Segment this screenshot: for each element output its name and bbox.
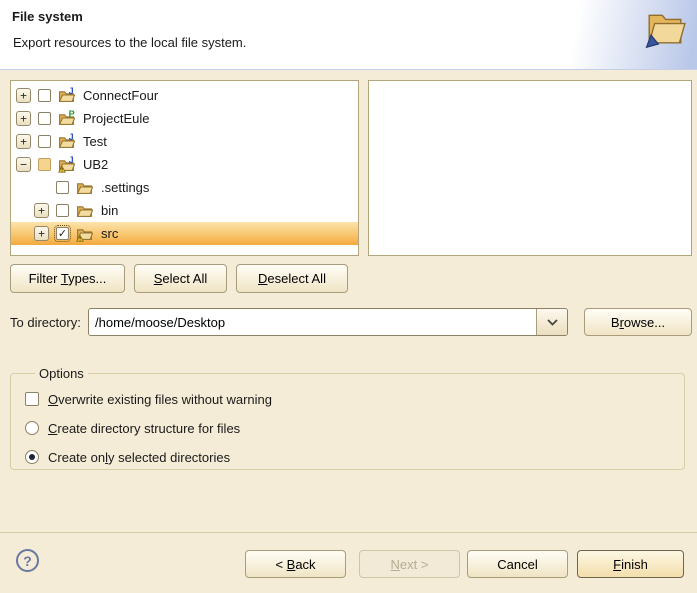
tree-item-label: bin <box>100 203 118 218</box>
filter-types-button[interactable]: Filter Types... <box>10 264 125 293</box>
option-label: Create directory structure for files <box>48 421 240 436</box>
options-legend: Options <box>35 366 88 381</box>
tree-item-connectfour[interactable]: + ConnectFour <box>11 84 358 107</box>
finish-button[interactable]: Finish <box>577 550 684 578</box>
deselect-all-button[interactable]: Deselect All <box>236 264 348 293</box>
checkbox-settings[interactable] <box>56 181 69 194</box>
page-description: Export resources to the local file syste… <box>13 35 246 50</box>
java-project-folder-icon <box>58 87 75 104</box>
wizard-header: File system Export resources to the loca… <box>0 0 697 70</box>
option-overwrite[interactable]: Overwrite existing files without warning <box>25 389 684 409</box>
tree-item-label: src <box>100 226 118 241</box>
tree-item-label: ProjectEule <box>82 111 149 126</box>
tree-item-ub2[interactable]: − UB2 <box>11 153 358 176</box>
collapse-icon[interactable]: − <box>16 157 31 172</box>
tree-item-projecteule[interactable]: + ProjectEule <box>11 107 358 130</box>
options-group: Options Overwrite existing files without… <box>10 366 685 470</box>
checkbox-projecteule[interactable] <box>38 112 51 125</box>
next-button[interactable]: Next > <box>359 550 460 578</box>
java-project-folder-warning-icon <box>58 156 75 173</box>
export-folder-icon <box>642 5 688 49</box>
tree-item-test[interactable]: + Test <box>11 130 358 153</box>
tree-item-label: .settings <box>100 180 149 195</box>
expand-icon[interactable]: + <box>34 226 49 241</box>
checkbox-src[interactable]: ✓ <box>56 227 69 240</box>
checkbox-bin[interactable] <box>56 204 69 217</box>
destination-input[interactable] <box>89 309 536 335</box>
help-icon[interactable]: ? <box>16 549 39 572</box>
option-label: Overwrite existing files without warning <box>48 392 272 407</box>
footer-separator <box>0 532 697 533</box>
tree-item-settings[interactable]: .settings <box>11 176 358 199</box>
select-all-button[interactable]: Select All <box>134 264 227 293</box>
option-selected-directories[interactable]: Create only selected directories <box>25 447 684 467</box>
java-project-folder-icon <box>58 133 75 150</box>
checkbox-test[interactable] <box>38 135 51 148</box>
folder-icon <box>76 202 93 219</box>
option-label: Create only selected directories <box>48 450 230 465</box>
expand-icon[interactable]: + <box>16 111 31 126</box>
file-list-panel[interactable] <box>368 80 692 256</box>
directory-structure-radio[interactable] <box>25 421 39 435</box>
browse-button[interactable]: Browse... <box>584 308 692 336</box>
back-button[interactable]: < Back <box>245 550 346 578</box>
expand-icon[interactable]: + <box>16 134 31 149</box>
option-directory-structure[interactable]: Create directory structure for files <box>25 418 684 438</box>
selected-directories-radio[interactable] <box>25 450 39 464</box>
expand-icon[interactable]: + <box>16 88 31 103</box>
checkbox-connectfour[interactable] <box>38 89 51 102</box>
export-wizard-dialog: File system Export resources to the loca… <box>0 0 697 593</box>
to-directory-label: To directory: <box>10 315 81 330</box>
chevron-down-icon[interactable] <box>536 309 567 335</box>
destination-combo <box>88 308 568 336</box>
tree-item-label: UB2 <box>82 157 108 172</box>
folder-warning-icon <box>76 225 93 242</box>
cancel-button[interactable]: Cancel <box>467 550 568 578</box>
tree-item-src[interactable]: + ✓ src <box>11 222 358 245</box>
checkbox-ub2[interactable] <box>38 158 51 171</box>
resource-tree: + ConnectFour + ProjectEule + Test − UB2 <box>10 80 359 256</box>
expand-icon[interactable]: + <box>34 203 49 218</box>
tree-item-label: Test <box>82 134 107 149</box>
project-folder-p-icon <box>58 110 75 127</box>
tree-item-label: ConnectFour <box>82 88 158 103</box>
overwrite-checkbox[interactable] <box>25 392 39 406</box>
page-title: File system <box>12 9 83 24</box>
folder-icon <box>76 179 93 196</box>
tree-item-bin[interactable]: + bin <box>11 199 358 222</box>
